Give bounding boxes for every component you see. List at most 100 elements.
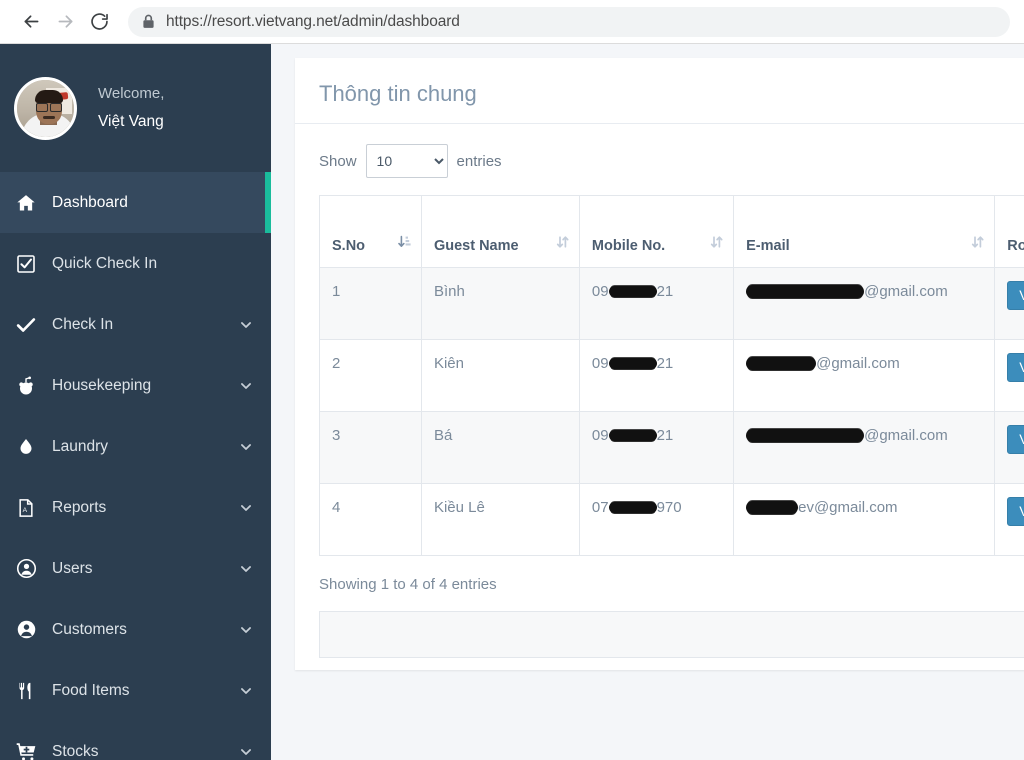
chevron-down-icon[interactable] <box>239 379 253 393</box>
url-text: https://resort.vietvang.net/admin/dashbo… <box>166 12 460 30</box>
user-circle-icon <box>16 558 46 579</box>
redaction-mark <box>608 357 657 369</box>
home-icon <box>16 193 46 213</box>
table-row: 3Bá0921@gmail.comView25-05-2000:00 <box>319 411 1024 484</box>
sidebar-item-check-in[interactable]: Check In <box>0 294 271 355</box>
sidebar-item-label: Housekeeping <box>52 376 152 394</box>
table-row: 1Bình0921@gmail.comView24-05-2000:00 <box>319 267 1024 340</box>
sidebar-item-food-items[interactable]: Food Items <box>0 660 271 721</box>
cell-mobile-no: 07 970 <box>578 483 735 556</box>
column-header-room[interactable]: Room <box>994 195 1024 268</box>
table-header-row: S.No Guest Name Mobile No. E-mail Ro <box>319 195 1024 268</box>
sidebar-item-quick-check-in[interactable]: Quick Check In <box>0 233 271 294</box>
mobile-suffix: 21 <box>656 283 674 300</box>
view-room-button[interactable]: View <box>1007 425 1024 454</box>
chevron-down-icon[interactable] <box>239 501 253 515</box>
sidebar-nav: Dashboard Quick Check In Check In Housek… <box>0 172 271 760</box>
sidebar-item-customers[interactable]: Customers <box>0 599 271 660</box>
sidebar-item-label: Users <box>52 559 93 577</box>
redaction-mark <box>608 285 657 297</box>
sidebar-item-dashboard[interactable]: Dashboard <box>0 172 271 233</box>
table-row: 4Kiều Lê07970ev@gmail.comView24-05-2000:… <box>319 483 1024 556</box>
avatar[interactable] <box>14 76 77 140</box>
cell-guest-name: Kiên <box>420 339 580 412</box>
cart-plus-icon <box>16 741 46 760</box>
sidebar-item-laundry[interactable]: Laundry <box>0 416 271 477</box>
cell-sno: 4 <box>319 483 422 556</box>
svg-text:A: A <box>23 507 28 514</box>
arrow-left-icon <box>21 11 42 32</box>
cell-sno: 2 <box>319 339 422 412</box>
column-header-guest-name[interactable]: Guest Name <box>420 195 580 268</box>
table-length-control: Show 102550100 entries <box>319 144 1024 178</box>
mobile-prefix: 07 <box>591 499 609 516</box>
cell-email: @gmail.com <box>733 267 996 340</box>
sidebar-item-stocks[interactable]: Stocks <box>0 721 271 760</box>
chevron-down-icon[interactable] <box>239 440 253 454</box>
cell-guest-name: Bá <box>420 411 580 484</box>
broom-icon <box>16 376 46 396</box>
mobile-prefix: 09 <box>591 427 609 444</box>
email-suffix: ev@gmail.com <box>798 499 898 516</box>
mobile-suffix: 21 <box>656 355 674 372</box>
redaction-mark <box>746 284 865 298</box>
sidebar-item-users[interactable]: Users <box>0 538 271 599</box>
check-icon <box>16 315 46 335</box>
column-label: Room <box>1007 237 1024 254</box>
redaction-mark <box>746 356 817 370</box>
app-page: Welcome, Việt Vang Dashboard Quick Check… <box>0 44 1024 760</box>
mobile-prefix: 09 <box>591 355 609 372</box>
table-row: 2Kiên0921@gmail.comView25-05-2000:00 <box>319 339 1024 412</box>
column-label: E-mail <box>746 237 790 254</box>
sort-both-icon <box>556 234 569 255</box>
view-room-button[interactable]: View <box>1007 497 1024 526</box>
lock-icon <box>142 14 155 29</box>
mobile-suffix: 21 <box>656 427 674 444</box>
chevron-down-icon[interactable] <box>239 623 253 637</box>
chevron-down-icon[interactable] <box>239 684 253 698</box>
column-label: Mobile No. <box>591 237 666 254</box>
forward-button[interactable] <box>48 5 82 39</box>
column-header-sno[interactable]: S.No <box>319 195 422 268</box>
sidebar-item-housekeeping[interactable]: Housekeeping <box>0 355 271 416</box>
address-bar[interactable]: https://resort.vietvang.net/admin/dashbo… <box>128 6 1010 37</box>
sort-both-icon <box>710 234 723 255</box>
sidebar-item-reports[interactable]: A Reports <box>0 477 271 538</box>
guests-table: S.No Guest Name Mobile No. E-mail Ro 1 B… <box>319 195 1024 556</box>
column-header-mobile-no[interactable]: Mobile No. <box>578 195 735 268</box>
reload-button[interactable] <box>82 5 116 39</box>
chevron-down-icon[interactable] <box>239 318 253 332</box>
cell-room: View <box>994 411 1024 484</box>
entries-per-page-select[interactable]: 102550100 <box>365 144 448 178</box>
chevron-down-icon[interactable] <box>239 562 253 576</box>
cell-room: View <box>994 267 1024 340</box>
cell-guest-name: Kiều Lê <box>420 483 580 556</box>
user-name: Việt Vang <box>98 112 164 130</box>
browser-toolbar: https://resort.vietvang.net/admin/dashbo… <box>0 0 1024 44</box>
info-card: Thông tin chung Show 102550100 entries S… <box>295 58 1024 670</box>
view-room-button[interactable]: View <box>1007 281 1024 310</box>
reload-icon <box>89 11 110 32</box>
mobile-prefix: 09 <box>591 283 609 300</box>
email-suffix: @gmail.com <box>864 283 948 300</box>
card-body: Show 102550100 entries S.No <box>295 124 1024 658</box>
welcome-label: Welcome, <box>98 85 165 103</box>
cell-room: View <box>994 339 1024 412</box>
cell-email: ev@gmail.com <box>733 483 996 556</box>
table-body: 1Bình0921@gmail.comView24-05-2000:002Kiê… <box>319 267 1024 556</box>
column-header-email[interactable]: E-mail <box>733 195 996 268</box>
sidebar-item-label: Check In <box>52 315 114 333</box>
chevron-down-icon[interactable] <box>239 745 253 759</box>
sidebar-item-label: Laundry <box>52 437 109 455</box>
cell-guest-name: Bình <box>420 267 580 340</box>
redaction-mark <box>608 429 657 441</box>
view-room-button[interactable]: View <box>1007 353 1024 382</box>
cell-sno: 3 <box>319 411 422 484</box>
email-suffix: @gmail.com <box>816 355 900 372</box>
cutlery-icon <box>16 681 46 701</box>
arrow-right-icon <box>55 11 76 32</box>
file-pdf-icon: A <box>16 498 46 518</box>
table-head: S.No Guest Name Mobile No. E-mail Ro <box>319 195 1024 268</box>
back-button[interactable] <box>14 5 48 39</box>
column-label: Guest Name <box>433 237 519 254</box>
